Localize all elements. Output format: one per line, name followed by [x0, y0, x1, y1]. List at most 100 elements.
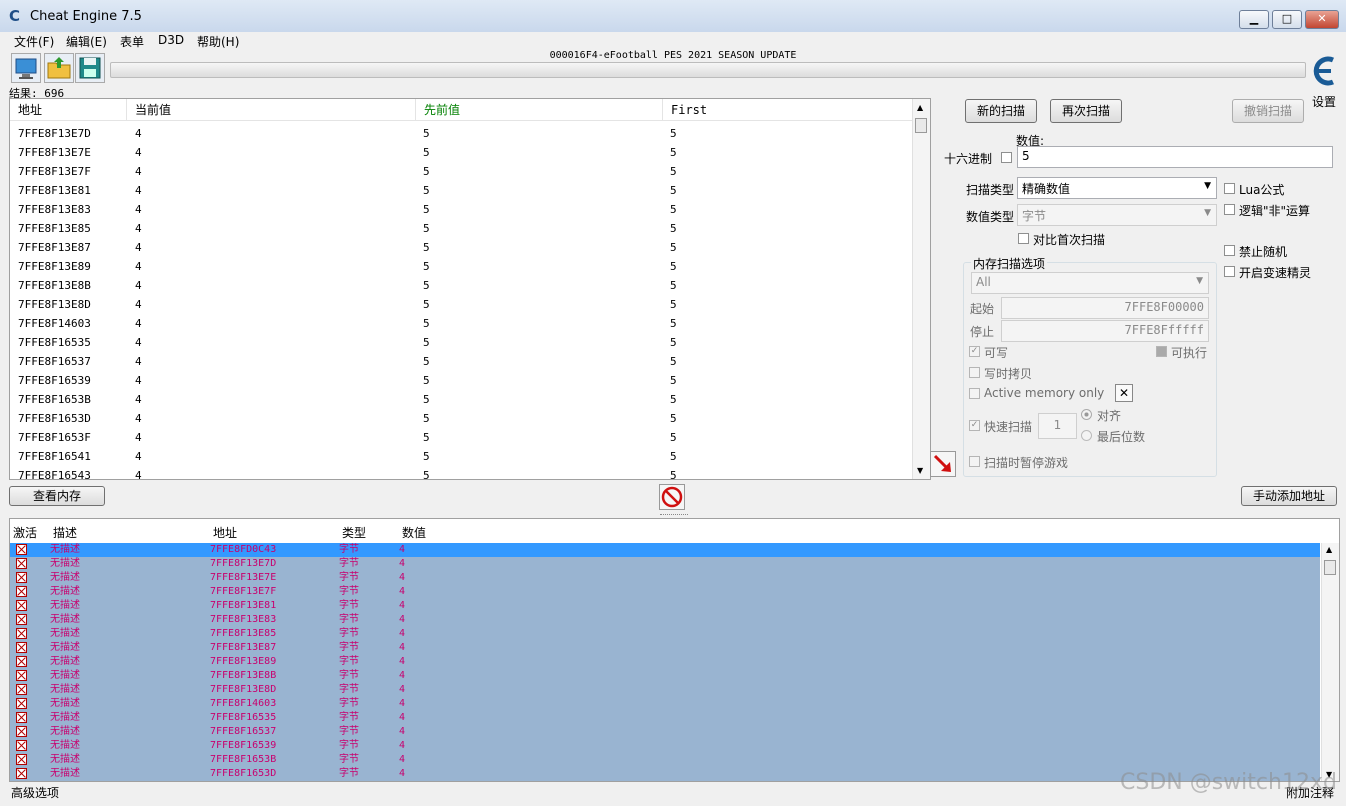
address-row[interactable]: 无描述 7FFE8F16537 字节 4 [10, 725, 1320, 739]
executable-checkbox[interactable] [1156, 346, 1167, 357]
undo-scan-button[interactable]: 撤销扫描 [1232, 99, 1304, 123]
result-row[interactable]: 7FFE8F16541 4 5 5 [10, 447, 910, 466]
logical-not-checkbox[interactable] [1224, 204, 1235, 215]
active-toggle-checkbox[interactable] [16, 754, 27, 765]
col-header-active[interactable]: 激活 [13, 524, 37, 541]
close-icon[interactable]: ✕ [1115, 384, 1133, 402]
scan-results-list[interactable]: 地址 当前值 先前值 First 7FFE8F13E7D 4 5 5 7FFE8F13E… [9, 98, 931, 480]
address-row[interactable]: 无描述 7FFE8F13E81 字节 4 [10, 599, 1320, 613]
col-header-type[interactable]: 类型 [342, 524, 366, 541]
address-row[interactable]: 无描述 7FFE8F13E7F 字节 4 [10, 585, 1320, 599]
result-row[interactable]: 7FFE8F1653B 4 5 5 [10, 390, 910, 409]
result-row[interactable]: 7FFE8F16537 4 5 5 [10, 352, 910, 371]
active-toggle-checkbox[interactable] [16, 544, 27, 555]
address-row[interactable]: 无描述 7FFE8F13E7E 字节 4 [10, 571, 1320, 585]
address-row[interactable]: 无描述 7FFE8F13E89 字节 4 [10, 655, 1320, 669]
new-scan-button[interactable]: 新的扫描 [965, 99, 1037, 123]
menu-edit[interactable]: 编辑(E) [66, 33, 107, 50]
active-toggle-checkbox[interactable] [16, 586, 27, 597]
start-address-input[interactable]: 7FFE8F00000 [1001, 297, 1209, 319]
address-row[interactable]: 无描述 7FFE8F16535 字节 4 [10, 711, 1320, 725]
copy-on-write-checkbox[interactable] [969, 367, 980, 378]
address-row[interactable]: 无描述 7FFE8FD0C43 字节 4 [10, 543, 1320, 557]
result-row[interactable]: 7FFE8F13E7D 4 5 5 [10, 124, 910, 143]
col-header-first[interactable]: First [663, 99, 913, 121]
active-toggle-checkbox[interactable] [16, 656, 27, 667]
active-toggle-checkbox[interactable] [16, 628, 27, 639]
active-toggle-checkbox[interactable] [16, 572, 27, 583]
col-header-value[interactable]: 数值 [402, 524, 426, 541]
add-to-list-arrow-icon[interactable] [930, 451, 956, 477]
result-row[interactable]: 7FFE8F14603 4 5 5 [10, 314, 910, 333]
active-memory-checkbox[interactable] [969, 388, 980, 399]
maximize-button[interactable]: □ [1272, 10, 1302, 29]
result-row[interactable]: 7FFE8F13E85 4 5 5 [10, 219, 910, 238]
menu-file[interactable]: 文件(F) [14, 33, 54, 50]
last-digits-radio[interactable] [1081, 430, 1092, 441]
result-row[interactable]: 7FFE8F13E89 4 5 5 [10, 257, 910, 276]
active-toggle-checkbox[interactable] [16, 684, 27, 695]
results-scrollbar[interactable]: ▲ ▼ [912, 99, 930, 479]
active-toggle-checkbox[interactable] [16, 600, 27, 611]
active-toggle-checkbox[interactable] [16, 726, 27, 737]
manual-add-address-button[interactable]: 手动添加地址 [1241, 486, 1337, 506]
compare-first-checkbox[interactable] [1018, 233, 1029, 244]
speedhack-checkbox[interactable] [1224, 266, 1235, 277]
result-row[interactable]: 7FFE8F13E81 4 5 5 [10, 181, 910, 200]
memory-region-select[interactable]: All ▼ [971, 272, 1209, 294]
menu-d3d[interactable]: D3D [158, 33, 184, 47]
col-header-previous-value[interactable]: 先前值 [416, 99, 663, 121]
col-header-description[interactable]: 描述 [53, 524, 77, 541]
result-row[interactable]: 7FFE8F16535 4 5 5 [10, 333, 910, 352]
address-row[interactable]: 无描述 7FFE8F13E85 字节 4 [10, 627, 1320, 641]
active-toggle-checkbox[interactable] [16, 558, 27, 569]
active-toggle-checkbox[interactable] [16, 768, 27, 779]
col-header-address[interactable]: 地址 [10, 99, 127, 121]
address-row[interactable]: 无描述 7FFE8F13E87 字节 4 [10, 641, 1320, 655]
result-row[interactable]: 7FFE8F13E87 4 5 5 [10, 238, 910, 257]
minimize-button[interactable]: ▁ [1239, 10, 1269, 29]
address-row[interactable]: 无描述 7FFE8F13E8D 字节 4 [10, 683, 1320, 697]
result-row[interactable]: 7FFE8F1653D 4 5 5 [10, 409, 910, 428]
menu-help[interactable]: 帮助(H) [197, 33, 239, 50]
active-toggle-checkbox[interactable] [16, 698, 27, 709]
value-input[interactable]: 5 [1017, 146, 1333, 168]
active-toggle-checkbox[interactable] [16, 614, 27, 625]
align-radio[interactable] [1081, 409, 1092, 420]
result-row[interactable]: 7FFE8F16539 4 5 5 [10, 371, 910, 390]
active-toggle-checkbox[interactable] [16, 740, 27, 751]
stop-address-input[interactable]: 7FFE8Ffffff [1001, 320, 1209, 342]
result-row[interactable]: 7FFE8F13E83 4 5 5 [10, 200, 910, 219]
value-type-select[interactable]: 字节 ▼ [1017, 204, 1217, 226]
address-row[interactable]: 无描述 7FFE8F13E7D 字节 4 [10, 557, 1320, 571]
settings-label[interactable]: 设置 [1312, 93, 1336, 110]
address-row[interactable]: 无描述 7FFE8F13E8B 字节 4 [10, 669, 1320, 683]
address-row[interactable]: 无描述 7FFE8F13E83 字节 4 [10, 613, 1320, 627]
scan-type-select[interactable]: 精确数值 ▼ [1017, 177, 1217, 199]
settings-logo-icon[interactable] [1309, 52, 1339, 90]
no-random-checkbox[interactable] [1224, 245, 1235, 256]
menu-table[interactable]: 表单 [120, 33, 144, 50]
address-row[interactable]: 无描述 7FFE8F1653B 字节 4 [10, 753, 1320, 767]
fast-scan-checkbox[interactable]: ✓ [969, 420, 980, 431]
address-row[interactable]: 无描述 7FFE8F16539 字节 4 [10, 739, 1320, 753]
writable-checkbox[interactable]: ✓ [969, 346, 980, 357]
address-table-scrollbar[interactable]: ▲ ▼ [1321, 543, 1339, 781]
advanced-options[interactable]: 高级选项 [11, 784, 59, 801]
pause-game-checkbox[interactable] [969, 456, 980, 467]
hex-checkbox[interactable] [1001, 152, 1012, 163]
col-header-address[interactable]: 地址 [213, 524, 237, 541]
result-row[interactable]: 7FFE8F1653F 4 5 5 [10, 428, 910, 447]
active-toggle-checkbox[interactable] [16, 670, 27, 681]
result-row[interactable]: 7FFE8F16543 4 5 5 [10, 466, 910, 479]
address-row[interactable]: 无描述 7FFE8F14603 字节 4 [10, 697, 1320, 711]
stop-icon[interactable] [659, 484, 685, 510]
fast-scan-input[interactable]: 1 [1038, 413, 1077, 439]
col-header-current-value[interactable]: 当前值 [127, 99, 416, 121]
memory-view-button[interactable]: 查看内存 [9, 486, 105, 506]
active-toggle-checkbox[interactable] [16, 642, 27, 653]
next-scan-button[interactable]: 再次扫描 [1050, 99, 1122, 123]
result-row[interactable]: 7FFE8F13E7F 4 5 5 [10, 162, 910, 181]
active-toggle-checkbox[interactable] [16, 712, 27, 723]
result-row[interactable]: 7FFE8F13E8B 4 5 5 [10, 276, 910, 295]
